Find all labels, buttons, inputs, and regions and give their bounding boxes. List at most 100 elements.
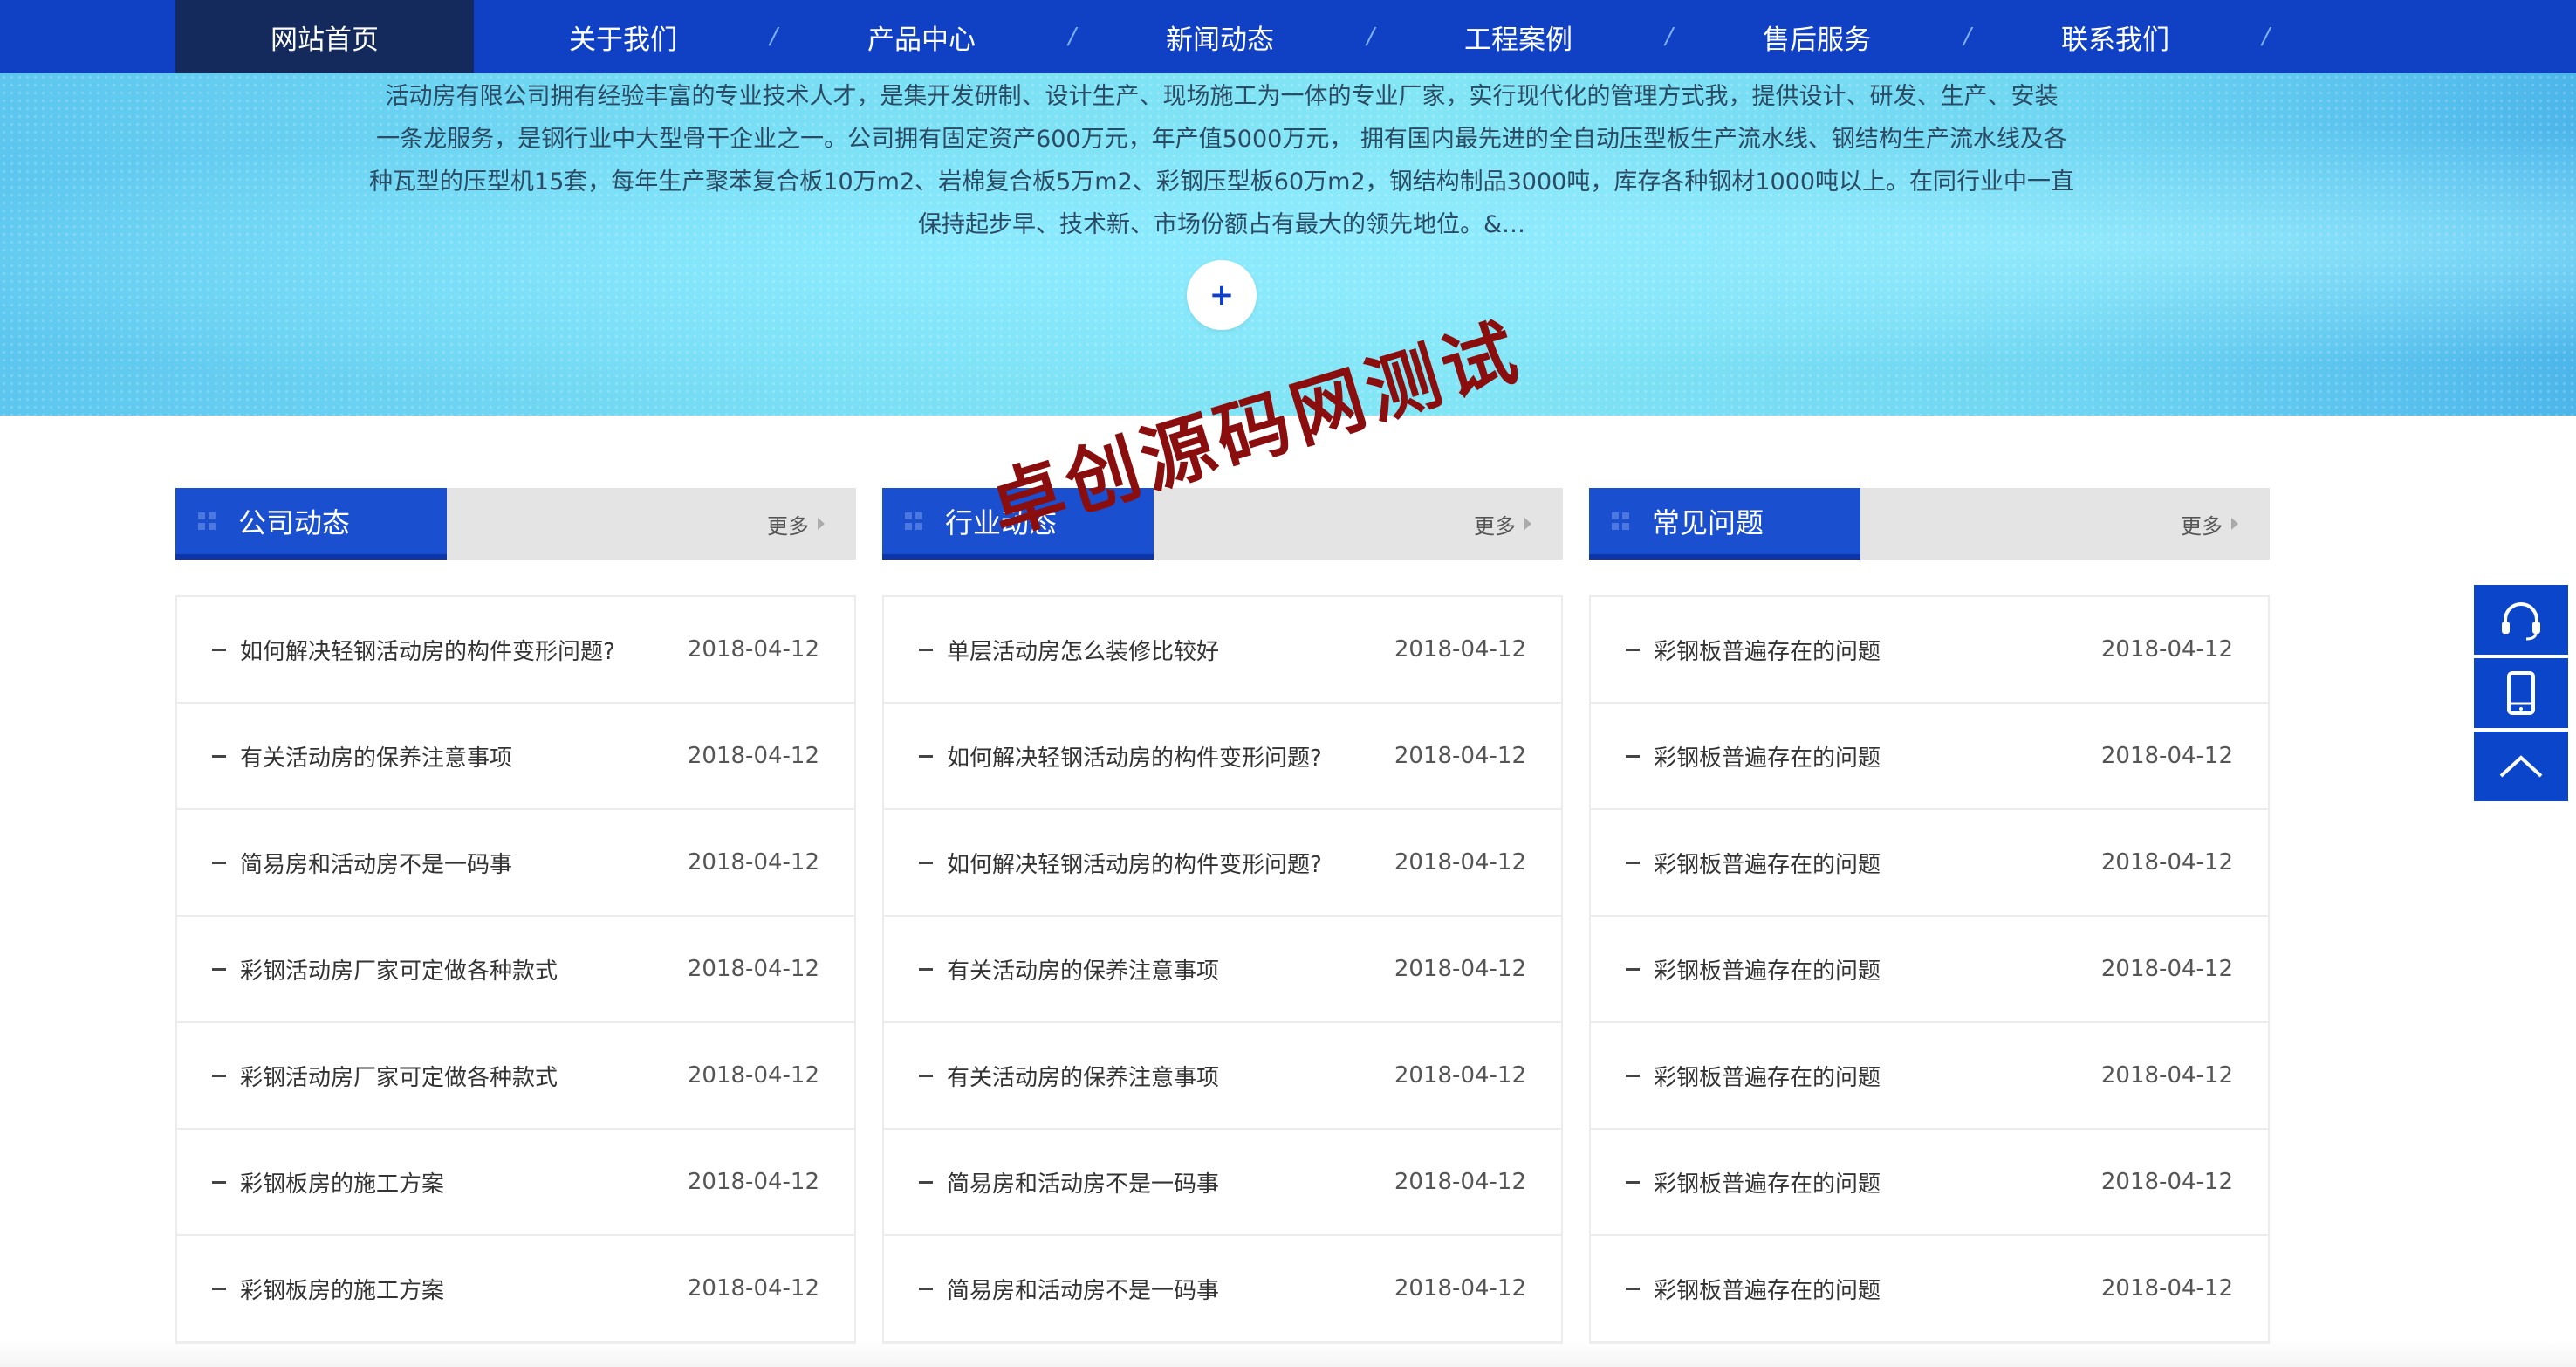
item-date: 2018-04-12 [687, 1275, 819, 1302]
grid-dots-icon [1612, 512, 1629, 530]
item-date: 2018-04-12 [1394, 1062, 1526, 1089]
nav-item-contact[interactable]: 联系我们 / [1966, 0, 2270, 73]
list-item[interactable]: 彩钢板普遍存在的问题 2018-04-12 [1591, 1023, 2268, 1130]
intro-line: 种瓦型的压型机15套，每年生产聚苯复合板10万m2、岩棉复合板5万m2、彩钢压型… [368, 168, 2075, 196]
dash-icon [919, 755, 933, 758]
caret-right-icon [1524, 518, 1531, 530]
nav-item-label: 联系我们 [2061, 24, 2169, 56]
list-item[interactable]: 彩钢板房的施工方案 2018-04-12 [177, 1236, 854, 1343]
column-tab: 常见问题 [1589, 488, 1860, 560]
item-date: 2018-04-12 [687, 1169, 819, 1195]
list-item[interactable]: 彩钢板普遍存在的问题 2018-04-12 [1591, 597, 2268, 704]
more-link[interactable]: 更多 [767, 488, 825, 560]
list-item[interactable]: 有关活动房的保养注意事项 2018-04-12 [884, 1023, 1561, 1130]
dash-icon [212, 755, 226, 758]
nav-item-home[interactable]: 网站首页 [175, 0, 474, 73]
main-nav: 网站首页 关于我们 / 产品中心 / 新闻动态 / 工程案例 / 售后服务 / [0, 0, 2576, 73]
item-title: 如何解决轻钢活动房的构件变形问题? [947, 851, 1322, 878]
more-label: 更多 [1474, 513, 1516, 539]
item-date: 2018-04-12 [687, 956, 819, 982]
intro-line: 活动房有限公司拥有经验丰富的专业技术人才，是集开发研制、设计生产、现场施工为一体… [385, 83, 2059, 110]
news-column-industry: 行业动态 更多 单层活动房怎么装修比较好 2018-04-12 如何解决轻钢活动房… [882, 488, 1563, 1344]
nav-item-cases[interactable]: 工程案例 / [1369, 0, 1673, 73]
dash-icon [1626, 862, 1640, 864]
item-date: 2018-04-12 [687, 1062, 819, 1089]
item-title: 有关活动房的保养注意事项 [947, 1064, 1220, 1091]
column-header: 公司动态 更多 [175, 488, 856, 560]
back-to-top-button[interactable] [2474, 732, 2568, 801]
item-date: 2018-04-12 [2100, 743, 2233, 769]
list-item[interactable]: 彩钢活动房厂家可定做各种款式 2018-04-12 [177, 1023, 854, 1130]
list-item[interactable]: 简易房和活动房不是一码事 2018-04-12 [884, 1236, 1561, 1343]
floating-side-toolbar [2474, 585, 2568, 805]
customer-service-button[interactable] [2474, 585, 2568, 655]
list-item[interactable]: 如何解决轻钢活动房的构件变形问题? 2018-04-12 [884, 810, 1561, 917]
list-item[interactable]: 彩钢板普遍存在的问题 2018-04-12 [1591, 917, 2268, 1023]
item-title: 有关活动房的保养注意事项 [947, 958, 1220, 985]
list-item[interactable]: 有关活动房的保养注意事项 2018-04-12 [884, 917, 1561, 1023]
list-item[interactable]: 如何解决轻钢活动房的构件变形问题? 2018-04-12 [884, 704, 1561, 810]
chevron-up-icon [2499, 755, 2543, 778]
item-title: 彩钢板普遍存在的问题 [1654, 1064, 1881, 1091]
list-item[interactable]: 彩钢板普遍存在的问题 2018-04-12 [1591, 1236, 2268, 1343]
list-item[interactable]: 简易房和活动房不是一码事 2018-04-12 [884, 1130, 1561, 1236]
item-title: 有关活动房的保养注意事项 [240, 745, 513, 772]
dash-icon [919, 968, 933, 971]
plus-icon: + [1209, 278, 1235, 313]
more-label: 更多 [767, 513, 809, 539]
item-date: 2018-04-12 [1394, 956, 1526, 982]
list-item[interactable]: 简易房和活动房不是一码事 2018-04-12 [177, 810, 854, 917]
dash-icon [212, 1288, 226, 1290]
item-title: 彩钢活动房厂家可定做各种款式 [240, 958, 558, 985]
bottom-fade [0, 1341, 2576, 1367]
item-title: 简易房和活动房不是一码事 [240, 851, 513, 878]
item-title: 彩钢板普遍存在的问题 [1654, 851, 1881, 878]
grid-dots-icon [198, 512, 216, 530]
dash-icon [1626, 1181, 1640, 1184]
more-link[interactable]: 更多 [1474, 488, 1531, 560]
item-date: 2018-04-12 [2100, 1275, 2233, 1302]
more-link[interactable]: 更多 [2181, 488, 2238, 560]
item-title: 彩钢板普遍存在的问题 [1654, 745, 1881, 772]
nav-item-label: 关于我们 [569, 24, 677, 56]
dash-icon [1626, 755, 1640, 758]
item-date: 2018-04-12 [2100, 636, 2233, 663]
nav-item-label: 网站首页 [271, 24, 379, 56]
list-item[interactable]: 单层活动房怎么装修比较好 2018-04-12 [884, 597, 1561, 704]
news-list: 彩钢板普遍存在的问题 2018-04-12 彩钢板普遍存在的问题 2018-04-1… [1589, 595, 2270, 1344]
read-more-plus-button[interactable]: + [1187, 260, 1257, 330]
list-item[interactable]: 彩钢活动房厂家可定做各种款式 2018-04-12 [177, 917, 854, 1023]
nav-item-about[interactable]: 关于我们 / [474, 0, 778, 73]
item-date: 2018-04-12 [687, 849, 819, 876]
column-header: 行业动态 更多 [882, 488, 1563, 560]
column-title: 常见问题 [1652, 506, 1764, 539]
nav-item-products[interactable]: 产品中心 / [772, 0, 1076, 73]
caret-right-icon [818, 518, 825, 530]
dash-icon [919, 1181, 933, 1184]
item-title: 彩钢活动房厂家可定做各种款式 [240, 1064, 558, 1091]
nav-item-label: 工程案例 [1464, 24, 1572, 56]
list-item[interactable]: 彩钢板普遍存在的问题 2018-04-12 [1591, 1130, 2268, 1236]
list-item[interactable]: 彩钢板房的施工方案 2018-04-12 [177, 1130, 854, 1236]
intro-line: 保持起步早、技术新、市场份额占有最大的领先地位。&… [917, 211, 1526, 238]
dash-icon [919, 1288, 933, 1290]
item-title: 如何解决轻钢活动房的构件变形问题? [947, 745, 1322, 772]
dash-icon [1626, 649, 1640, 651]
list-item[interactable]: 彩钢板普遍存在的问题 2018-04-12 [1591, 704, 2268, 810]
mobile-site-button[interactable] [2474, 658, 2568, 728]
list-item[interactable]: 如何解决轻钢活动房的构件变形问题? 2018-04-12 [177, 597, 854, 704]
item-date: 2018-04-12 [1394, 849, 1526, 876]
nav-item-service[interactable]: 售后服务 / [1668, 0, 1971, 73]
list-item[interactable]: 彩钢板普遍存在的问题 2018-04-12 [1591, 810, 2268, 917]
item-title: 单层活动房怎么装修比较好 [947, 638, 1220, 665]
news-list: 如何解决轻钢活动房的构件变形问题? 2018-04-12 有关活动房的保养注意事项… [175, 595, 856, 1344]
item-title: 彩钢板房的施工方案 [240, 1171, 445, 1198]
list-item[interactable]: 有关活动房的保养注意事项 2018-04-12 [177, 704, 854, 810]
item-title: 彩钢板普遍存在的问题 [1654, 958, 1881, 985]
nav-item-news[interactable]: 新闻动态 / [1071, 0, 1374, 73]
news-column-faq: 常见问题 更多 彩钢板普遍存在的问题 2018-04-12 彩钢板普遍存在的问题 2… [1589, 488, 2270, 1344]
caret-right-icon [2231, 518, 2238, 530]
dash-icon [212, 1075, 226, 1077]
item-date: 2018-04-12 [1394, 1169, 1526, 1195]
page: 网站首页 关于我们 / 产品中心 / 新闻动态 / 工程案例 / 售后服务 / [0, 0, 2576, 1367]
